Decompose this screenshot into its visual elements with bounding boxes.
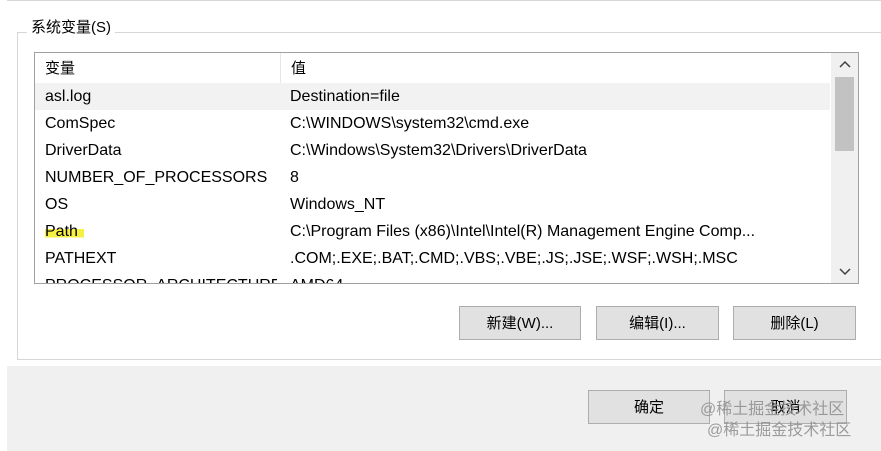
list-row[interactable]: OS Windows_NT [35, 191, 830, 218]
system-variables-list[interactable]: 变量 值 asl.log Destination=file ComSpec C:… [34, 52, 859, 284]
delete-variable-button[interactable]: 删除(L) [733, 306, 856, 340]
list-row[interactable]: PROCESSOR_ARCHITECTURE AMD64 [35, 272, 830, 283]
variable-value: Destination=file [290, 88, 400, 105]
list-row[interactable]: DriverData C:\Windows\System32\Drivers\D… [35, 137, 830, 164]
list-row-path[interactable]: Path C:\Program Files (x86)\Intel\Intel(… [35, 218, 830, 245]
variable-value: 8 [290, 169, 299, 186]
ok-button[interactable]: 确定 [588, 390, 710, 424]
column-header-value[interactable]: 值 [280, 53, 830, 83]
variable-name: ComSpec [45, 115, 116, 132]
watermark-text: @稀土掘金技术社区 [707, 422, 852, 439]
variable-name: asl.log [45, 88, 92, 105]
chevron-up-icon[interactable] [831, 53, 858, 75]
vertical-scrollbar[interactable] [831, 53, 858, 283]
variable-name: OS [45, 196, 69, 213]
list-row[interactable]: asl.log Destination=file [35, 83, 830, 110]
variable-value: C:\Program Files (x86)\Intel\Intel(R) Ma… [290, 223, 756, 240]
new-variable-button[interactable]: 新建(W)... [459, 306, 581, 340]
variable-name: Path [45, 218, 277, 245]
variable-name: PROCESSOR_ARCHITECTURE [45, 272, 277, 283]
variable-name: PATHEXT [45, 250, 117, 267]
list-row[interactable]: PATHEXT .COM;.EXE;.BAT;.CMD;.VBS;.VBE;.J… [35, 245, 830, 272]
scrollbar-thumb[interactable] [835, 77, 854, 151]
path-highlight: Path [45, 223, 84, 240]
system-variables-title: 系统变量(S) [27, 16, 115, 37]
list-rows: asl.log Destination=file ComSpec C:\WIND… [35, 83, 830, 283]
edit-variable-button[interactable]: 编辑(I)... [596, 306, 719, 340]
list-row[interactable]: NUMBER_OF_PROCESSORS 8 [35, 164, 830, 191]
variable-value: .COM;.EXE;.BAT;.CMD;.VBS;.VBE;.JS;.JSE;.… [290, 250, 738, 267]
list-header: 变量 值 [35, 53, 830, 83]
variable-name: NUMBER_OF_PROCESSORS [45, 169, 268, 186]
list-row[interactable]: ComSpec C:\WINDOWS\system32\cmd.exe [35, 110, 830, 137]
variable-value: AMD64 [290, 272, 830, 283]
chevron-down-icon[interactable] [831, 261, 858, 283]
top-divider [7, 0, 881, 1]
column-header-variable[interactable]: 变量 [35, 53, 280, 83]
variable-value: Windows_NT [290, 196, 386, 213]
variable-value: C:\Windows\System32\Drivers\DriverData [290, 142, 587, 159]
variable-value: C:\WINDOWS\system32\cmd.exe [290, 115, 530, 132]
variable-name: DriverData [45, 142, 122, 159]
